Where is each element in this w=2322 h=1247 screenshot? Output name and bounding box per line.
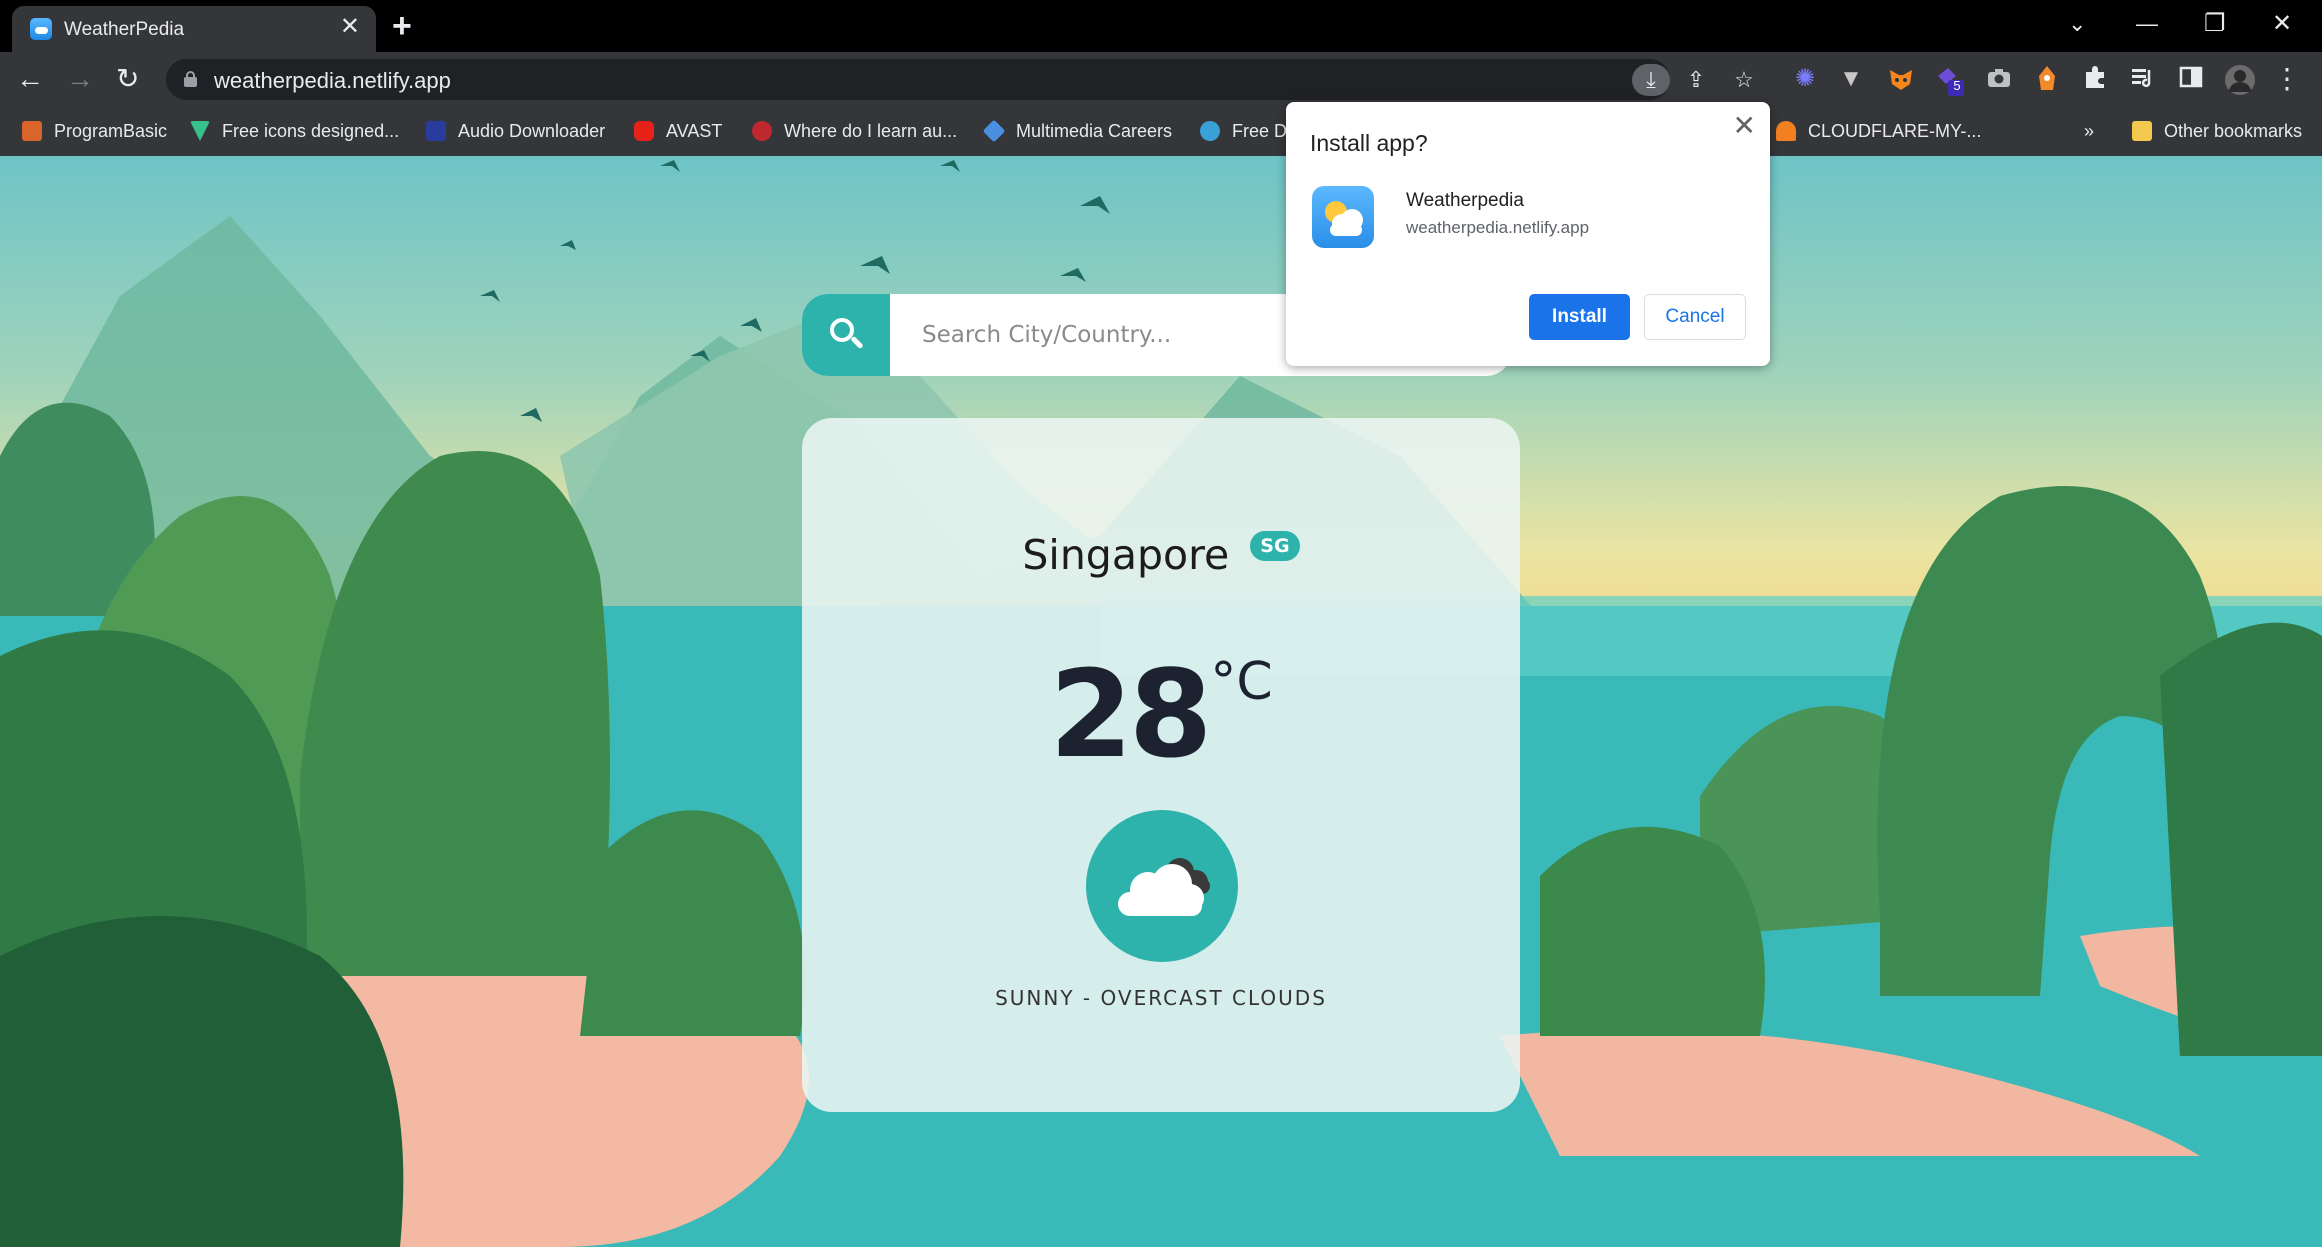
dialog-title: Install app? xyxy=(1310,130,1428,156)
dialog-app-url: weatherpedia.netlify.app xyxy=(1406,218,1590,237)
bookmark-item[interactable]: Free D xyxy=(1200,116,1287,146)
weather-page: Singapore SG 28°C SUN xyxy=(0,156,2322,1247)
dialog-app-name: Weatherpedia xyxy=(1406,190,1524,211)
install-button[interactable]: Install xyxy=(1529,294,1630,340)
extensions-puzzle-icon[interactable] xyxy=(2080,64,2110,94)
extension-badge-icon[interactable]: 5 xyxy=(1934,64,1964,96)
lock-icon[interactable] xyxy=(184,71,197,87)
other-bookmarks-folder[interactable]: Other bookmarks xyxy=(2132,116,2302,146)
screenshot-camera-icon[interactable] xyxy=(1984,64,2014,94)
install-app-icon[interactable]: ⤓ xyxy=(1632,64,1670,96)
tab-title: WeatherPedia xyxy=(64,19,185,40)
side-panel-icon[interactable] xyxy=(2176,64,2206,94)
dialog-close-icon[interactable]: ✕ xyxy=(1733,110,1756,142)
new-tab-button[interactable]: + xyxy=(392,8,412,44)
city-heading: Singapore SG xyxy=(802,528,1520,579)
city-name: Singapore xyxy=(1022,531,1230,579)
cloud-icon xyxy=(1118,858,1210,916)
bookmark-item[interactable]: AVAST xyxy=(634,116,722,146)
restore-button[interactable]: ❐ xyxy=(2204,4,2226,44)
profile-avatar[interactable] xyxy=(2224,64,2255,95)
weatherpedia-favicon-icon xyxy=(30,18,52,40)
programbasic-icon xyxy=(22,121,42,141)
cloudflare-icon xyxy=(1776,121,1796,141)
install-app-dialog: Install app? ✕ Weatherpedia weatherpedia… xyxy=(1286,102,1770,366)
bookmark-item[interactable]: Free icons designed... xyxy=(190,116,399,146)
weatherpedia-app-icon xyxy=(1312,186,1374,248)
extension-fox-icon[interactable] xyxy=(2032,64,2062,94)
bookmark-star-icon[interactable]: ☆ xyxy=(1728,64,1760,96)
country-code-badge: SG xyxy=(1250,531,1300,561)
temperature-display: 28°C xyxy=(802,646,1520,785)
tab-search-chevron-icon[interactable]: ⌄ xyxy=(2068,4,2086,44)
metamask-icon[interactable] xyxy=(1886,64,1916,94)
browser-toolbar: ← → ↻ weatherpedia.netlify.app ⤓ ⇪ ☆ ✺ ▼… xyxy=(0,52,2322,106)
free-d-icon xyxy=(1200,121,1220,141)
bookmark-item[interactable]: Audio Downloader xyxy=(426,116,605,146)
bookmarks-overflow-button[interactable]: » xyxy=(2084,116,2094,146)
bookmarks-bar: ProgramBasic Free icons designed... Audi… xyxy=(0,106,2322,156)
temperature-unit: °C xyxy=(1210,652,1273,712)
search-button[interactable] xyxy=(802,294,890,376)
extension-sunburst-icon[interactable]: ✺ xyxy=(1790,64,1820,94)
back-button[interactable]: ← xyxy=(16,62,44,96)
address-bar[interactable]: weatherpedia.netlify.app ⤓ ⇪ ☆ xyxy=(166,59,1754,100)
reading-list-icon[interactable] xyxy=(2128,64,2158,94)
youtube-icon xyxy=(634,121,654,141)
audio-downloader-icon xyxy=(426,121,446,141)
cancel-button[interactable]: Cancel xyxy=(1644,294,1746,340)
quora-icon xyxy=(752,121,772,141)
tab-close-icon[interactable]: ✕ xyxy=(340,15,360,39)
reload-button[interactable]: ↻ xyxy=(116,62,139,96)
forward-button[interactable]: → xyxy=(66,62,94,96)
weather-card: Singapore SG 28°C SUNNY - OVERCAST CLOUD… xyxy=(802,418,1520,1112)
browser-tab[interactable]: WeatherPedia ✕ xyxy=(12,6,376,52)
bookmark-item[interactable]: ProgramBasic xyxy=(22,116,167,146)
tab-strip: WeatherPedia ✕ + ⌄ — ❐ ✕ xyxy=(0,0,2322,52)
weather-condition-text: SUNNY - OVERCAST CLOUDS xyxy=(995,986,1327,1010)
extension-v-icon[interactable]: ▼ xyxy=(1836,64,1866,94)
extension-badge-count: 5 xyxy=(1953,78,1961,93)
bookmark-item[interactable]: Where do I learn au... xyxy=(752,116,957,146)
share-icon[interactable]: ⇪ xyxy=(1680,64,1712,96)
bookmark-item[interactable]: CLOUDFLARE-MY-... xyxy=(1776,116,1981,146)
minimize-button[interactable]: — xyxy=(2136,4,2158,44)
browser-menu-icon[interactable]: ⋮ xyxy=(2272,64,2302,94)
window-close-button[interactable]: ✕ xyxy=(2272,4,2292,44)
multimedia-careers-icon xyxy=(982,119,1006,143)
free-icons-icon xyxy=(190,121,210,141)
folder-icon xyxy=(2132,121,2152,141)
url-text[interactable]: weatherpedia.netlify.app xyxy=(214,68,451,94)
weather-condition-badge xyxy=(1086,810,1238,962)
bookmark-item[interactable]: Multimedia Careers xyxy=(982,116,1172,146)
temperature-value: 28 xyxy=(1049,646,1212,785)
